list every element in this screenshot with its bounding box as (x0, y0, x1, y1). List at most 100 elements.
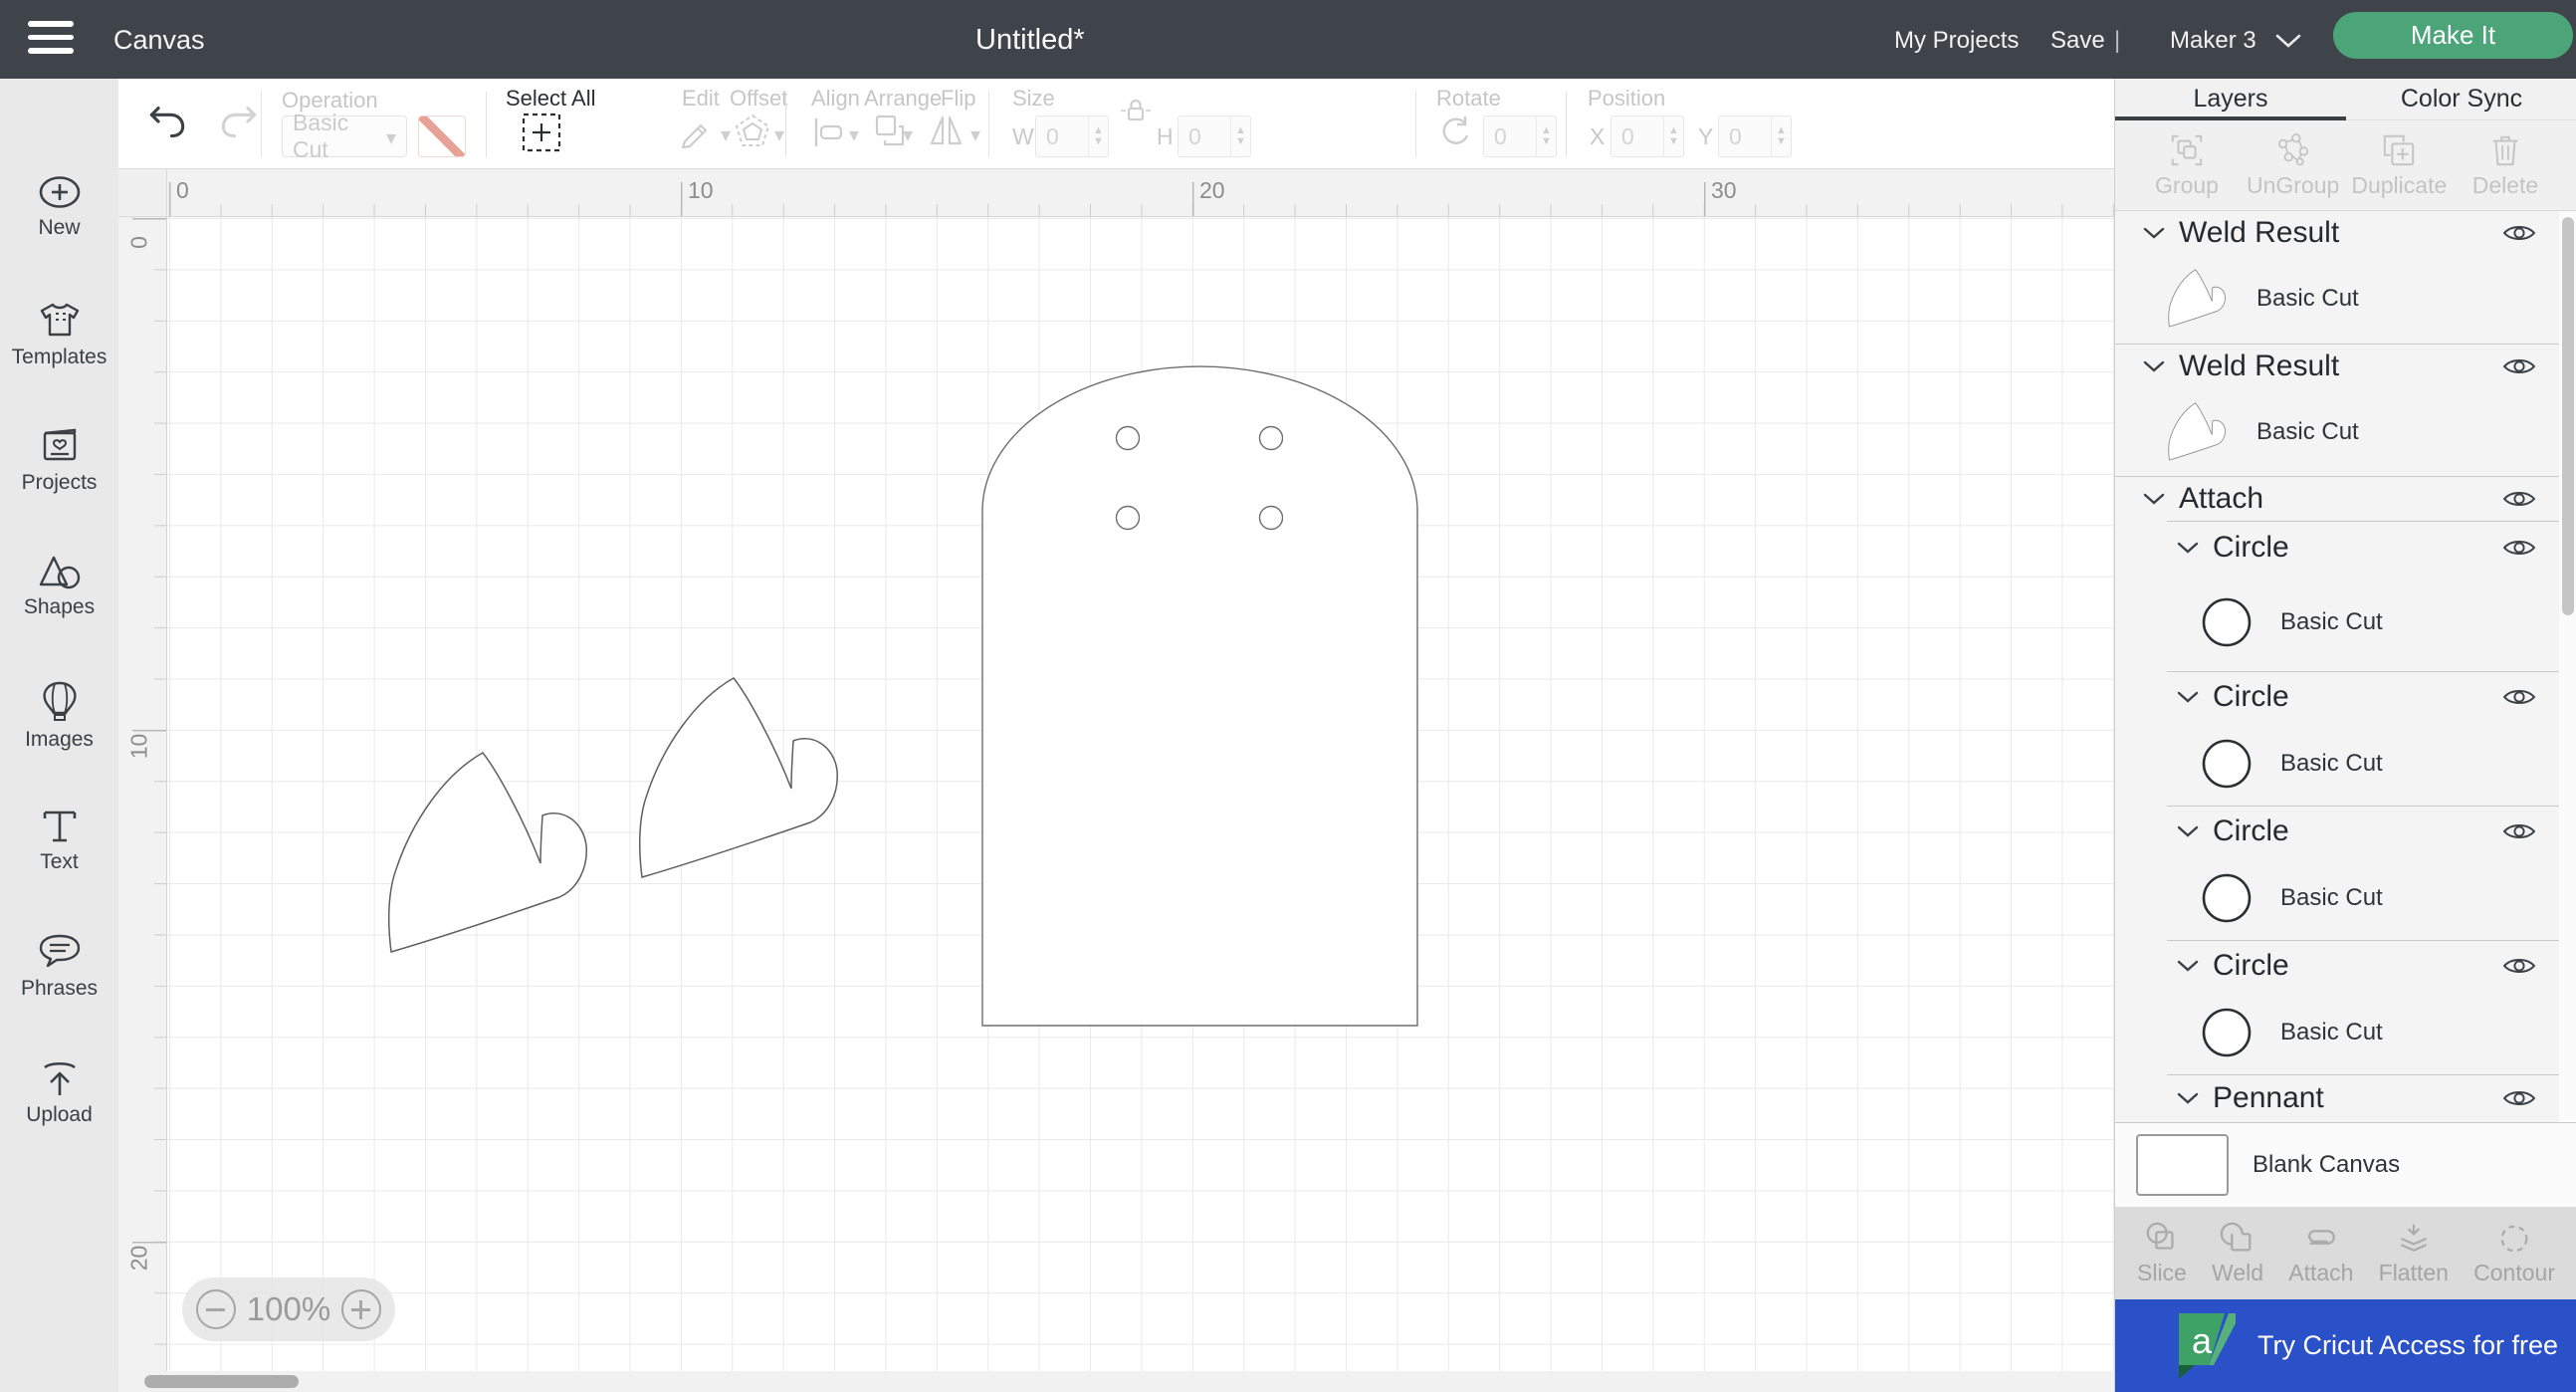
select-all-icon[interactable] (521, 112, 562, 153)
sidebar-item-text[interactable]: Text (0, 809, 118, 874)
pencil-icon[interactable] (677, 114, 717, 153)
redo-icon[interactable] (218, 103, 260, 140)
ungroup-button[interactable]: UnGroup (2242, 120, 2345, 210)
machine-select[interactable]: Maker 3 (2170, 27, 2256, 55)
layer-group-header[interactable]: Weld Result (2115, 211, 2559, 255)
chevron-down-icon[interactable] (2143, 360, 2165, 373)
visibility-eye-icon[interactable] (2502, 488, 2536, 510)
zoom-in-button[interactable] (341, 1289, 381, 1329)
layer-group-header[interactable]: Circle (2115, 942, 2559, 990)
flip-icon[interactable] (927, 112, 966, 151)
pennant-arch-shape[interactable] (981, 365, 1418, 1027)
layer-group-circle[interactable]: Circle Basic Cut (2115, 673, 2559, 808)
blank-canvas-row[interactable]: Blank Canvas (2115, 1122, 2576, 1207)
operation-dropdown[interactable]: Basic Cut (282, 110, 407, 162)
sidebar-item-shapes[interactable]: Shapes (0, 554, 118, 619)
duplicate-button[interactable]: Duplicate (2347, 120, 2451, 210)
delete-button[interactable]: Delete (2454, 120, 2557, 210)
visibility-eye-icon[interactable] (2502, 355, 2536, 377)
weld-leaf-shape[interactable] (387, 752, 587, 953)
sidebar-item-images[interactable]: Images (0, 680, 118, 752)
undo-icon[interactable] (146, 103, 188, 140)
color-swatch[interactable] (418, 116, 466, 157)
sidebar-item-upload[interactable]: Upload (0, 1059, 118, 1127)
flatten-button[interactable]: Flatten (2379, 1207, 2449, 1299)
layer-group-header[interactable]: Pennant (2115, 1076, 2559, 1120)
zoom-out-button[interactable] (196, 1289, 236, 1329)
layer-group-circle[interactable]: Circle Basic Cut (2115, 942, 2559, 1076)
chevron-down-icon[interactable] (2177, 960, 2199, 973)
sidebar-item-projects[interactable]: Projects (0, 427, 118, 495)
chevron-down-icon[interactable] (2275, 34, 2301, 49)
chevron-down-icon[interactable] (2177, 691, 2199, 704)
layer-group-weld-result[interactable]: Weld Result Basic Cut (2115, 345, 2559, 477)
contour-button[interactable]: Contour (2473, 1207, 2555, 1299)
visibility-eye-icon[interactable] (2502, 820, 2536, 842)
visibility-eye-icon[interactable] (2502, 222, 2536, 244)
select-all-label[interactable]: Select All (506, 86, 596, 112)
stepper-arrows-icon[interactable] (1771, 116, 1791, 156)
align-icon[interactable] (811, 115, 847, 150)
chevron-down-icon[interactable] (774, 122, 784, 147)
layer-group-header[interactable]: Attach (2115, 477, 2559, 521)
hole-circle-shape[interactable] (1258, 425, 1284, 451)
layer-item-basic-cut[interactable]: Basic Cut (2115, 255, 2559, 343)
chevron-down-icon[interactable] (2143, 227, 2165, 240)
layer-group-header[interactable]: Weld Result (2115, 345, 2559, 388)
design-canvas[interactable]: 100% (167, 217, 2114, 1392)
stepper-arrows-icon[interactable] (1088, 116, 1108, 156)
sidebar-item-templates[interactable]: Templates (0, 300, 118, 369)
canvas-menu-label[interactable]: Canvas (113, 25, 205, 56)
height-input[interactable]: 0 (1178, 116, 1251, 157)
layer-group-weld-result[interactable]: Weld Result Basic Cut (2115, 211, 2559, 345)
panel-scrollbar[interactable] (2559, 211, 2576, 1122)
weld-button[interactable]: Weld (2212, 1207, 2263, 1299)
rotate-icon[interactable] (1436, 115, 1474, 152)
tab-layers[interactable]: Layers (2115, 79, 2346, 120)
visibility-eye-icon[interactable] (2502, 1087, 2536, 1109)
chevron-down-icon[interactable] (849, 122, 859, 147)
layer-item-basic-cut[interactable]: Basic Cut (2115, 721, 2559, 806)
offset-icon[interactable] (733, 112, 772, 153)
tab-color-sync[interactable]: Color Sync (2346, 79, 2576, 119)
stepper-arrows-icon[interactable] (1663, 116, 1683, 156)
attach-button[interactable]: Attach (2288, 1207, 2353, 1299)
chevron-down-icon[interactable] (2177, 825, 2199, 838)
layer-group-header[interactable]: Circle (2115, 522, 2559, 574)
save-link[interactable]: Save (2050, 27, 2105, 55)
cricut-access-banner[interactable]: a Try Cricut Access for free (2115, 1299, 2576, 1392)
chevron-down-icon[interactable] (2177, 1092, 2199, 1105)
layer-group-attach[interactable]: Attach (2115, 477, 2559, 522)
horizontal-scrollbar[interactable] (118, 1371, 2114, 1392)
x-input[interactable]: 0 (1610, 116, 1684, 157)
hole-circle-shape[interactable] (1115, 425, 1141, 451)
hole-circle-shape[interactable] (1115, 505, 1141, 531)
layer-group-header[interactable]: Circle (2115, 673, 2559, 721)
scrollbar-thumb[interactable] (144, 1375, 299, 1388)
my-projects-link[interactable]: My Projects (1894, 27, 2019, 55)
chevron-down-icon[interactable] (2143, 493, 2165, 506)
chevron-down-icon[interactable] (970, 122, 980, 147)
visibility-eye-icon[interactable] (2502, 686, 2536, 708)
y-input[interactable]: 0 (1718, 116, 1792, 157)
stepper-arrows-icon[interactable] (1536, 116, 1556, 156)
layer-group-circle[interactable]: Circle Basic Cut (2115, 808, 2559, 942)
make-it-button[interactable]: Make It (2333, 12, 2573, 59)
lock-icon[interactable] (1119, 97, 1153, 126)
sidebar-item-phrases[interactable]: Phrases (0, 933, 118, 1001)
slice-button[interactable]: Slice (2137, 1207, 2187, 1299)
visibility-eye-icon[interactable] (2502, 537, 2536, 559)
document-title[interactable]: Untitled* (975, 24, 1085, 57)
visibility-eye-icon[interactable] (2502, 955, 2536, 977)
stepper-arrows-icon[interactable] (1230, 116, 1250, 156)
scrollbar-thumb[interactable] (2562, 217, 2574, 615)
sidebar-item-new[interactable]: New (0, 174, 118, 240)
width-input[interactable]: 0 (1035, 116, 1109, 157)
layer-item-basic-cut[interactable]: Basic Cut (2115, 388, 2559, 476)
weld-leaf-shape[interactable] (638, 677, 838, 878)
rotate-input[interactable]: 0 (1483, 116, 1557, 157)
layer-item-basic-cut[interactable]: Basic Cut (2115, 855, 2559, 940)
layer-group-pennant[interactable]: Pennant (2115, 1076, 2559, 1122)
chevron-down-icon[interactable] (721, 122, 731, 147)
layer-item-basic-cut[interactable]: Basic Cut (2115, 990, 2559, 1074)
